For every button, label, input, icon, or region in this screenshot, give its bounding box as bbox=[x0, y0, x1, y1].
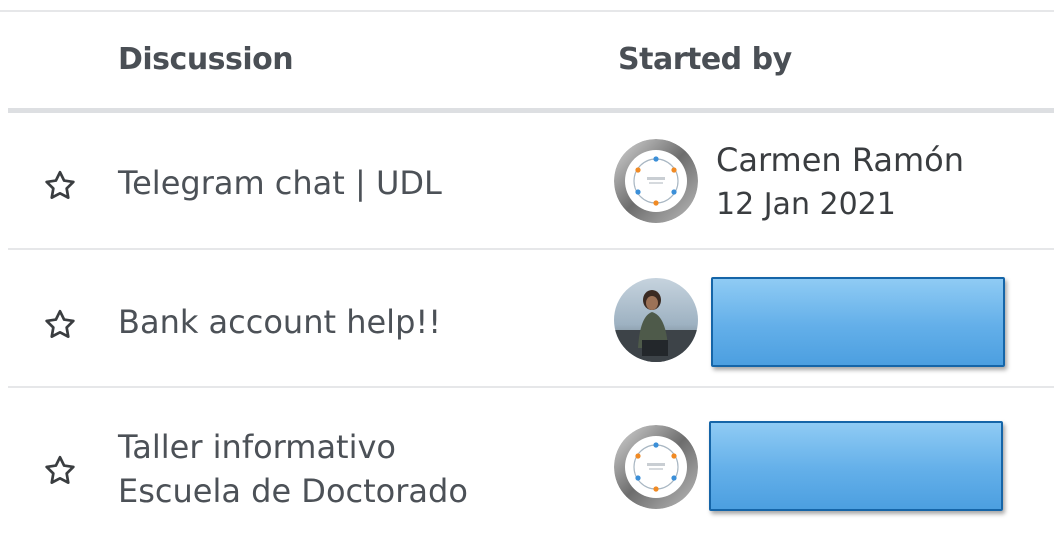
post-date: 12 Jan 2021 bbox=[716, 187, 896, 222]
circle-logo-icon bbox=[614, 425, 698, 509]
avatar[interactable] bbox=[614, 139, 698, 223]
discussion-title-link[interactable]: Bank account help!! bbox=[118, 300, 441, 344]
avatar[interactable] bbox=[614, 425, 698, 509]
discussion-title-link[interactable]: Telegram chat | UDL bbox=[118, 161, 442, 205]
avatar[interactable] bbox=[614, 278, 698, 362]
discussion-title-line: Escuela de Doctorado bbox=[118, 472, 468, 510]
redacted-author-overlay bbox=[711, 277, 1005, 367]
redacted-author-overlay bbox=[709, 421, 1003, 511]
table-header: Discussion Started by bbox=[0, 12, 1054, 108]
table-row: Telegram chat | UDL Carmen Ramón 12 Jan … bbox=[0, 113, 1054, 250]
author-name-link[interactable]: Carmen Ramón bbox=[716, 141, 964, 179]
table-row: Taller informativo Escuela de Doctorado bbox=[0, 387, 1054, 538]
discussion-title-line: Taller informativo bbox=[118, 428, 396, 466]
column-header-started-by[interactable]: Started by bbox=[618, 42, 792, 77]
table-row: Bank account help!! bbox=[0, 250, 1054, 388]
star-icon[interactable] bbox=[42, 453, 78, 489]
star-icon[interactable] bbox=[42, 168, 78, 204]
circle-logo-icon bbox=[614, 139, 698, 223]
star-icon[interactable] bbox=[42, 307, 78, 343]
column-header-discussion[interactable]: Discussion bbox=[118, 42, 294, 77]
user-photo-icon bbox=[614, 278, 698, 362]
discussion-title-link[interactable]: Taller informativo Escuela de Doctorado bbox=[118, 425, 468, 513]
